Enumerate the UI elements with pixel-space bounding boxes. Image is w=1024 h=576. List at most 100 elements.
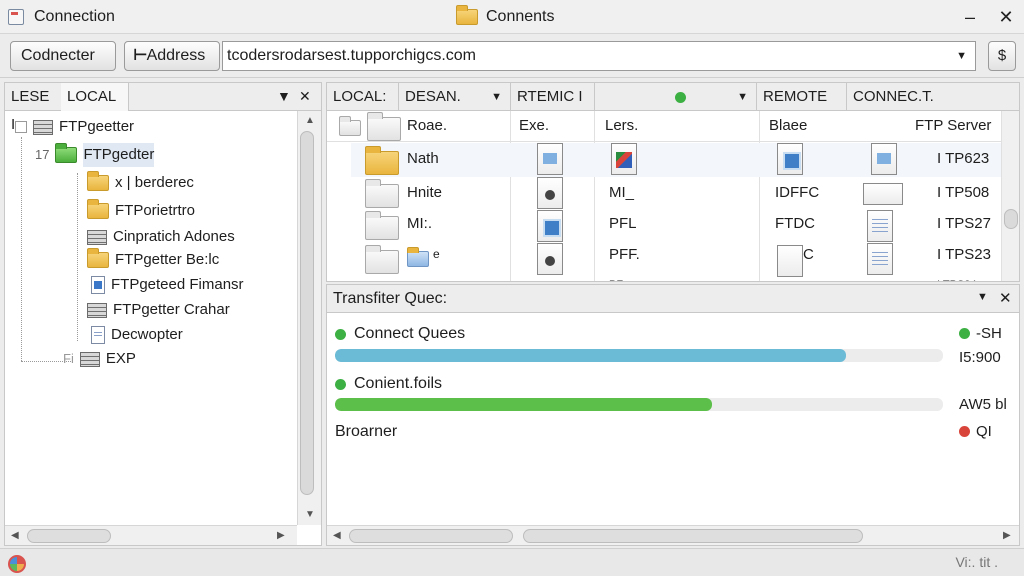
subheader-label: Exe. <box>519 117 550 134</box>
tree-item[interactable]: FTPgetter Crahar <box>87 298 230 322</box>
scroll-left-icon[interactable]: ◀ <box>11 530 19 541</box>
chevron-down-icon[interactable]: ▼ <box>491 83 502 111</box>
tree-item[interactable]: Decwopter <box>91 323 183 347</box>
queue-title: Transfiter Quec: <box>333 290 448 307</box>
drive-icon <box>33 119 53 135</box>
tree-item-label: x | berderec <box>115 174 194 191</box>
folder-icon <box>456 5 478 25</box>
horizontal-scrollbar[interactable]: ◀ ▶ <box>327 525 1019 545</box>
drive-icon <box>87 229 107 245</box>
expand-icon[interactable] <box>15 121 27 133</box>
chevron-down-icon[interactable]: ▼ <box>977 291 988 303</box>
text-file-icon <box>867 243 893 275</box>
connect-button[interactable]: Codnecter <box>10 41 116 71</box>
file-name: Nath <box>407 150 439 167</box>
scroll-right-icon[interactable]: ▶ <box>277 530 285 541</box>
transfer-queue-pane: Transfiter Quec: ▼ ✕ Connect Quees -SH I… <box>326 284 1020 546</box>
status-dot <box>335 378 346 390</box>
address-button-label: Address <box>146 47 206 64</box>
address-button[interactable]: ⊢ Address <box>124 41 220 71</box>
minimize-button[interactable]: – <box>958 5 982 29</box>
scroll-thumb[interactable] <box>300 131 314 495</box>
tree-item-label: Decwopter <box>111 326 183 343</box>
tree-item[interactable]: FTPgetter Be:lc <box>87 248 219 272</box>
plug-icon: ⊢ <box>133 47 148 64</box>
tree-item[interactable]: Fi EXP <box>63 347 136 371</box>
file-cell: PFL <box>609 215 637 232</box>
subheader-label: FTP Server <box>915 117 992 134</box>
queue-item[interactable]: Conient.foils <box>335 375 442 393</box>
scroll-thumb[interactable] <box>523 529 863 543</box>
horizontal-scrollbar[interactable]: ◀ ▶ <box>5 525 297 545</box>
queue-item[interactable]: Connect Quees <box>335 325 465 343</box>
queue-item-status-text: QI <box>976 423 992 440</box>
tree-item-label: FTPgetter Crahar <box>113 301 230 318</box>
camera-file-icon <box>537 243 563 275</box>
tree-item-label: FTPgeetter <box>59 118 135 135</box>
image-file-icon <box>537 143 563 175</box>
chevron-down-icon[interactable]: ▼ <box>956 42 967 70</box>
column-header[interactable]: ▼ <box>595 83 757 111</box>
address-value: tcodersrodarsest.tupporchigcs.com <box>227 47 476 64</box>
file-cell: FTDC <box>775 215 815 232</box>
subheader-label: Lers. <box>605 117 639 134</box>
connection-status-icon <box>8 555 26 573</box>
toolbar: Codnecter ⊢ Address tcodersrodarsest.tup… <box>0 34 1024 78</box>
scroll-down-icon[interactable]: ▼ <box>305 509 315 520</box>
text-file-icon <box>867 210 893 242</box>
tree-item-prefix: Fi <box>63 351 74 366</box>
file-name: Hnite <box>407 184 443 201</box>
scroll-up-icon[interactable]: ▲ <box>305 115 315 126</box>
file-name: MI:. <box>407 215 432 232</box>
close-icon[interactable]: ✕ <box>999 289 1012 307</box>
filter-icon[interactable]: ▼ <box>277 88 291 104</box>
queue-item-label: Connect Quees <box>354 325 466 342</box>
tree-item-label: FTPgeteed Fimansr <box>111 276 244 293</box>
tree-item-prefix: 17 <box>35 147 50 162</box>
vertical-scrollbar[interactable] <box>1001 111 1019 281</box>
address-input[interactable]: tcodersrodarsest.tupporchigcs.com ▼ <box>222 41 976 71</box>
data-file-icon <box>863 183 903 205</box>
column-header[interactable]: CONNEC.T. <box>847 83 1019 111</box>
scroll-left-icon[interactable]: ◀ <box>333 530 341 541</box>
tree-item[interactable]: FTPorietrtro <box>87 199 195 223</box>
status-bar: Vi:. tit . <box>0 548 1024 576</box>
column-header-label: DESAN. <box>405 88 461 105</box>
scroll-thumb[interactable] <box>27 529 111 543</box>
status-dot <box>959 328 970 339</box>
scroll-thumb[interactable] <box>349 529 513 543</box>
tree-line <box>21 137 22 361</box>
tree-item[interactable]: x | berderec <box>87 171 194 195</box>
chevron-down-icon[interactable]: ▼ <box>737 83 748 111</box>
archive-file-icon <box>611 143 637 175</box>
folder-green-icon <box>55 143 78 163</box>
tab-local[interactable]: LOCAL <box>61 83 129 111</box>
vertical-scrollbar[interactable]: ▲ ▼ <box>297 111 321 525</box>
local-tree-pane: LESE I LOCAL ▼ ✕ FTPgeetter 17 FTPgedter… <box>4 82 322 546</box>
app-icon <box>8 9 24 25</box>
queue-item-status-text: -SH <box>976 325 1002 342</box>
file-name: e <box>433 247 440 261</box>
close-window-button[interactable]: ✕ <box>994 5 1018 29</box>
tree-item[interactable]: Cinpratich Adones <box>87 225 235 249</box>
folder-icon <box>367 112 401 141</box>
close-icon[interactable]: ✕ <box>299 88 311 105</box>
folder-icon <box>339 116 361 136</box>
scroll-thumb[interactable] <box>1004 209 1018 229</box>
tab-lese[interactable]: LESE I <box>5 83 61 133</box>
column-header[interactable]: DESAN. ▼ <box>399 83 511 111</box>
scroll-right-icon[interactable]: ▶ <box>1003 530 1011 541</box>
dollar-button[interactable]: $ <box>988 41 1016 71</box>
tree-item[interactable]: FTPgeteed Fimansr <box>91 273 244 297</box>
column-header[interactable]: REMOTE <box>757 83 847 111</box>
progress-fill <box>335 349 846 362</box>
tree-item[interactable]: FTPgeetter <box>15 115 134 139</box>
progress-fill <box>335 398 712 411</box>
folder-icon <box>87 171 109 191</box>
column-header[interactable]: LOCAL: <box>327 83 399 111</box>
column-header[interactable]: RTEMIC I <box>511 83 595 111</box>
tree-item-selected[interactable]: 17 FTPgedter <box>35 143 155 167</box>
queue-item-label: Conient.foils <box>354 375 443 392</box>
queue-item[interactable]: Broarner <box>335 423 397 441</box>
table-row[interactable] <box>351 143 1019 177</box>
